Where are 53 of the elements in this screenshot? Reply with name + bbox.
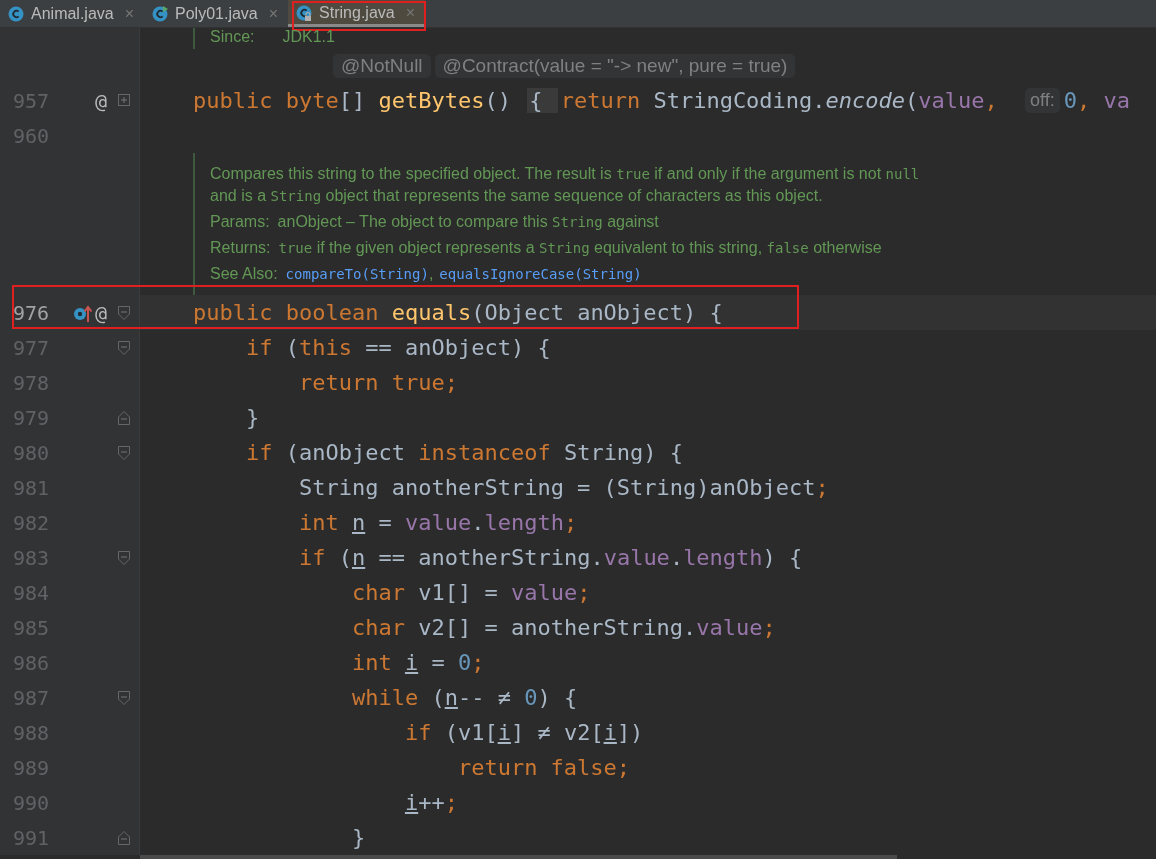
code-text: public byte[] getBytes() — [193, 88, 512, 113]
code-text: } — [350, 825, 366, 850]
code-text: i++; — [403, 790, 458, 815]
code-text: int i = 0; — [350, 650, 485, 675]
fold-marker[interactable] — [116, 409, 131, 426]
folded-block[interactable]: { — [527, 88, 558, 113]
doc-link[interactable]: equalsIgnoreCase(String) — [439, 263, 642, 285]
code-text: char v1[] = value; — [350, 580, 591, 605]
tab-label: String.java — [319, 4, 395, 22]
annotation-marker[interactable]: @ — [94, 300, 107, 325]
code-text: return false; — [456, 755, 631, 780]
runnable-class-icon — [152, 5, 169, 22]
doc-text: , — [428, 264, 434, 284]
doc-label: Params: — [210, 212, 270, 232]
fold-marker[interactable] — [116, 444, 131, 461]
editor-tab[interactable]: Poly01.java × — [144, 0, 289, 27]
doc-text: Compares this string to the specified object. The result is true if and only if the argument is not null and is a String object that represents the same sequence of characters as this object. — [210, 164, 921, 206]
code-text: 0, va — [1063, 88, 1130, 113]
code-text: char v2[] = anotherString.value; — [350, 615, 776, 640]
code-text: if (n == anotherString.value.length) { — [297, 545, 803, 570]
code-text: String anotherString = (String)anObject; — [297, 475, 829, 500]
annotation-hint: @Contract(value = "-> new", pure = true) — [434, 54, 796, 78]
class-icon — [8, 5, 24, 22]
locked-class-icon — [296, 5, 313, 21]
fold-marker[interactable] — [116, 304, 131, 321]
doc-label: Since: — [210, 28, 255, 46]
fold-marker[interactable] — [116, 549, 131, 566]
doc-text: anObject – The object to compare this String against — [277, 212, 659, 232]
code-text: int n = value.length; — [297, 510, 578, 535]
doc-text: true if the given object represents a String equivalent to this string, false otherwise — [278, 238, 882, 258]
fold-marker[interactable] — [116, 339, 131, 356]
doc-label: Returns: — [210, 238, 271, 258]
tab-label: Animal.java — [31, 4, 114, 23]
doc-text: JDK1.1 — [282, 28, 335, 46]
fold-marker[interactable] — [116, 829, 131, 846]
code-text: while (n-- ≠ 0) { — [350, 685, 578, 710]
code-text: return StringCoding.encode(value, — [560, 88, 999, 113]
annotation-marker[interactable]: @ — [94, 88, 107, 113]
doc-label: See Also: — [210, 264, 278, 284]
doc-link[interactable]: compareTo(String) — [285, 263, 429, 285]
code-text: public boolean equals(Object anObject) { — [193, 300, 723, 325]
line-number: 976 — [12, 300, 51, 325]
parameter-hint: off: — [1025, 88, 1060, 113]
code-text: if (this == anObject) { — [245, 335, 551, 360]
fold-marker[interactable] — [116, 92, 131, 109]
annotation-hint: @NotNull — [333, 54, 431, 78]
tab-label: Poly01.java — [175, 4, 258, 23]
code-text: if (v1[i] ≠ v2[i]) — [403, 720, 644, 745]
fold-marker[interactable] — [116, 689, 131, 706]
code-text: if (anObject instanceof String) { — [245, 440, 684, 465]
editor-tab[interactable]: Animal.java × — [0, 0, 145, 27]
code-text: } — [245, 405, 260, 430]
code-text: return true; — [297, 370, 458, 395]
